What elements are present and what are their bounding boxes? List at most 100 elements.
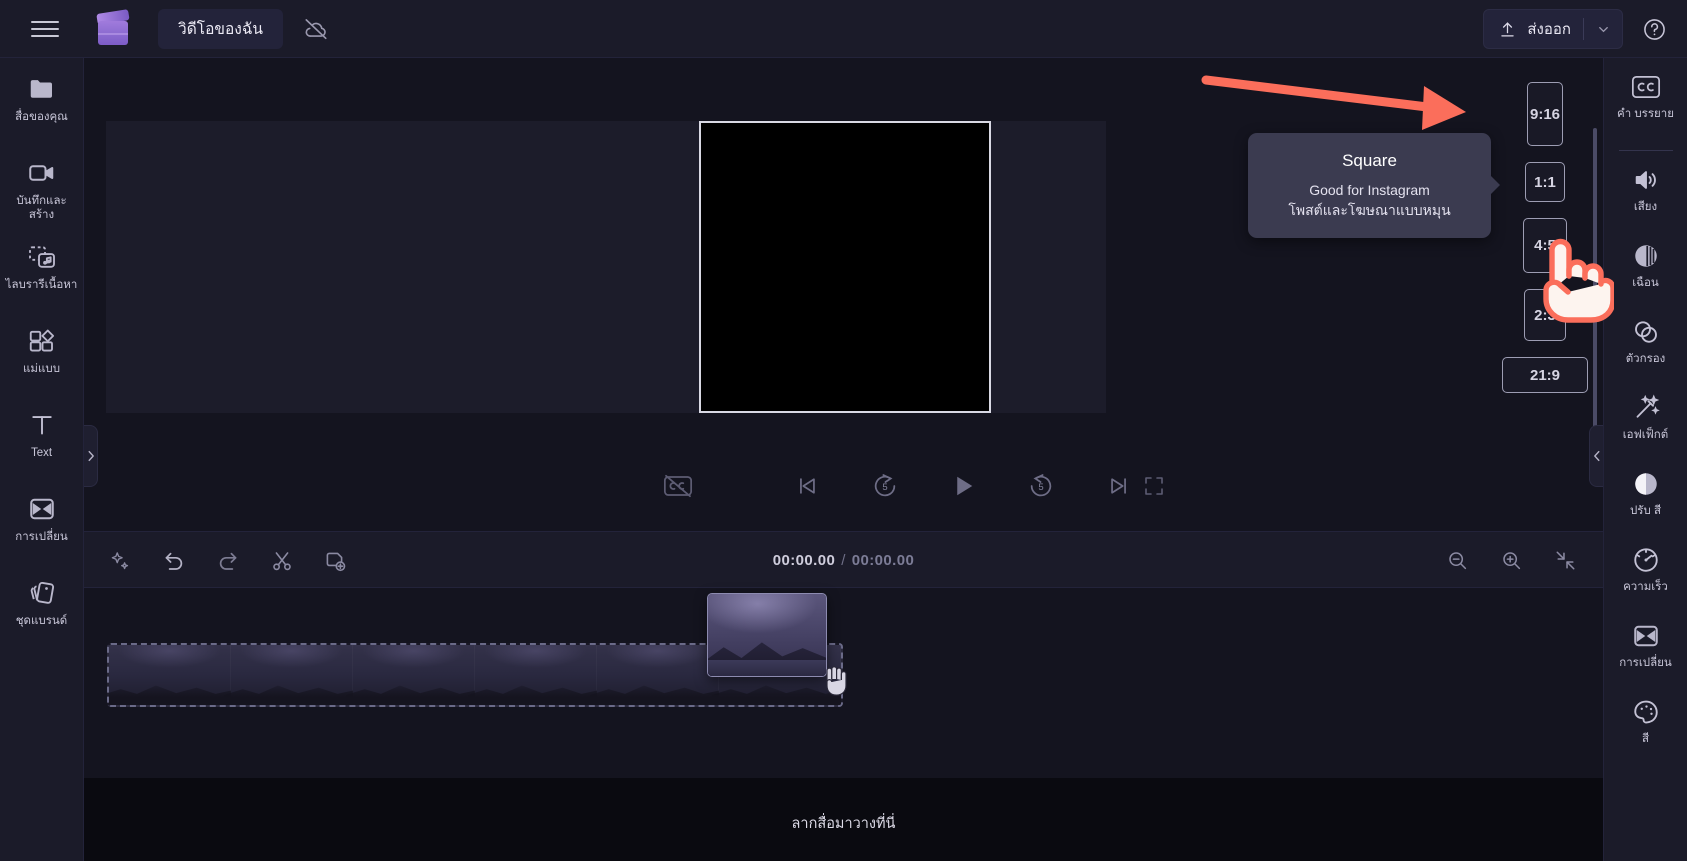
- aspect-ratio-tooltip: Square Good for Instagram โพสต์และโฆษณาแ…: [1248, 133, 1500, 238]
- tooltip-line-2: โพสต์และโฆษณาแบบหมุน: [1288, 202, 1451, 218]
- clip-frame: [231, 645, 353, 705]
- aspect-ratio-9-16[interactable]: 9:16: [1527, 82, 1563, 146]
- sidebar-item-content-library[interactable]: ไลบรารีเนื้อหา: [0, 240, 84, 312]
- aspect-ratio-1-1[interactable]: 1:1: [1525, 162, 1565, 202]
- timeline-tools-right: [1441, 532, 1581, 589]
- sidebar-item-text[interactable]: Text: [0, 408, 84, 480]
- project-title-text: วิดีโอของฉัน: [178, 21, 264, 38]
- rewind-5-icon[interactable]: 5: [868, 469, 902, 503]
- transitions-icon: [27, 492, 57, 526]
- rightrail-item-label: การเปลี่ยน: [1619, 657, 1672, 669]
- aspect-ratio-scrollbar[interactable]: [1593, 128, 1597, 428]
- speed-gauge-icon: [1631, 543, 1661, 577]
- tooltip-title: Square: [1342, 151, 1397, 170]
- rewind-5-label: 5: [882, 482, 888, 493]
- skip-previous-icon[interactable]: [790, 469, 824, 503]
- forward-5-label: 5: [1038, 482, 1044, 493]
- total-time: 00:00.00: [851, 552, 915, 569]
- zoom-out-icon[interactable]: [1441, 545, 1473, 577]
- current-time: 00:00.00: [772, 552, 836, 569]
- sidebar-item-your-media[interactable]: สื่อของคุณ: [0, 72, 84, 144]
- fullscreen-icon[interactable]: [1137, 469, 1171, 503]
- grab-hand-cursor-icon: [819, 660, 853, 703]
- timeline-body[interactable]: [84, 588, 1603, 778]
- rightrail-item-label: เสียง: [1633, 201, 1658, 213]
- rightrail-item-label: สี: [1641, 733, 1650, 745]
- chevron-down-icon[interactable]: [1590, 16, 1616, 42]
- rightrail-item-label: เอฟเฟ็กต์: [1622, 429, 1669, 441]
- sidebar-item-record-create[interactable]: บันทึกและสร้าง: [0, 156, 84, 228]
- player-controls: 5 5: [84, 456, 1603, 516]
- export-button[interactable]: ส่งออก: [1483, 9, 1623, 49]
- question-circle-icon[interactable]: [1637, 12, 1671, 46]
- rightrail-item-label: ตัวกรอง: [1625, 353, 1666, 365]
- skip-next-icon[interactable]: [1102, 469, 1136, 503]
- filters-icon: [1631, 315, 1661, 349]
- sidebar-item-label: การเปลี่ยน: [15, 531, 68, 543]
- timeline-toolbar: 00:00.00 / 00:00.00: [84, 531, 1603, 588]
- clipchamp-editor-window: วิดีโอของฉัน ส่งออก สื่อของคุณ บันทึกและ…: [0, 0, 1687, 861]
- sidebar-item-templates[interactable]: แม่แบบ: [0, 324, 84, 396]
- sidebar-item-transitions[interactable]: การเปลี่ยน: [0, 492, 84, 564]
- clip-frame: [353, 645, 475, 705]
- sidebar-item-label: ชุดแบรนด์: [15, 615, 68, 627]
- rightrail-item-color[interactable]: สี: [1604, 695, 1687, 765]
- project-title-input[interactable]: วิดีโอของฉัน: [158, 8, 284, 49]
- aspect-ratio-panel: 9:16 1:1 4:5 2:3 21:9: [1497, 58, 1603, 531]
- rightrail-item-audio[interactable]: เสียง: [1604, 163, 1687, 233]
- closed-caption-off-icon[interactable]: [660, 468, 696, 504]
- aspect-ratio-21-9[interactable]: 21:9: [1502, 357, 1588, 393]
- clipchamp-logo-icon[interactable]: [96, 8, 134, 46]
- top-bar-right-group: ส่งออก: [1483, 0, 1671, 58]
- hamburger-menu-icon[interactable]: [18, 0, 72, 58]
- zoom-in-icon[interactable]: [1495, 545, 1527, 577]
- play-button[interactable]: [946, 469, 980, 503]
- clip-frame: [597, 645, 719, 705]
- sidebar-item-label: สื่อของคุณ: [15, 111, 68, 123]
- tooltip-pointer: [1490, 175, 1500, 195]
- rightrail-item-speed[interactable]: ความเร็ว: [1604, 543, 1687, 613]
- magic-wand-effects-icon: [1631, 391, 1661, 425]
- rightrail-item-captions[interactable]: คำ บรรยาย: [1604, 70, 1687, 140]
- top-bar: วิดีโอของฉัน ส่งออก: [0, 0, 1687, 58]
- transitions-icon: [1631, 619, 1661, 653]
- rightrail-item-adjust-color[interactable]: ปรับ สี: [1604, 467, 1687, 537]
- collapse-left-panel-handle[interactable]: [84, 425, 98, 487]
- cloud-off-icon[interactable]: [299, 12, 333, 46]
- text-t-icon: [27, 408, 57, 442]
- aspect-ratio-2-3[interactable]: 2:3: [1524, 289, 1566, 341]
- chevron-left-icon: [1593, 450, 1600, 462]
- right-property-rail: คำ บรรยาย เสียง เฉือน ตัวกรอง เอฟเฟ็กต์ …: [1603, 58, 1687, 861]
- clip-frame: [475, 645, 597, 705]
- fit-to-screen-icon[interactable]: [1549, 545, 1581, 577]
- timecode-display: 00:00.00 / 00:00.00: [84, 532, 1603, 589]
- rightrail-item-label: เฉือน: [1632, 277, 1659, 289]
- aspect-ratio-4-5[interactable]: 4:5: [1523, 218, 1567, 273]
- sidebar-item-label: แม่แบบ: [22, 363, 60, 375]
- dragging-media-clip[interactable]: [707, 593, 827, 677]
- chevron-right-icon: [88, 450, 94, 462]
- clip-frame: [109, 645, 231, 705]
- rightrail-divider: [1618, 150, 1673, 151]
- rightrail-item-fade[interactable]: เฉือน: [1604, 239, 1687, 309]
- drop-media-hint: ลากสื่อมาวางที่นี่: [791, 816, 896, 832]
- rightrail-item-effects[interactable]: เอฟเฟ็กต์: [1604, 391, 1687, 461]
- video-camera-icon: [27, 156, 57, 190]
- sidebar-item-label: Text: [30, 447, 53, 459]
- folder-icon: [27, 72, 57, 106]
- speaker-volume-icon: [1631, 163, 1661, 197]
- rightrail-item-filters[interactable]: ตัวกรอง: [1604, 315, 1687, 385]
- sidebar-item-brand-kit[interactable]: ชุดแบรนด์: [0, 576, 84, 648]
- closed-caption-icon: [1631, 70, 1661, 104]
- clip-thumbnail-water: [708, 659, 826, 676]
- rightrail-item-label: ความเร็ว: [1623, 581, 1668, 593]
- collapse-right-panel-handle[interactable]: [1589, 425, 1603, 487]
- sidebar-item-label: ไลบรารีเนื้อหา: [5, 279, 78, 291]
- aspect-ratio-list: 9:16 1:1 4:5 2:3 21:9: [1497, 82, 1593, 409]
- adjust-color-icon: [1631, 467, 1661, 501]
- export-divider: [1583, 18, 1584, 40]
- video-canvas[interactable]: [699, 121, 991, 413]
- rightrail-item-transitions[interactable]: การเปลี่ยน: [1604, 619, 1687, 689]
- forward-5-icon[interactable]: 5: [1024, 469, 1058, 503]
- export-label: ส่งออก: [1527, 21, 1571, 38]
